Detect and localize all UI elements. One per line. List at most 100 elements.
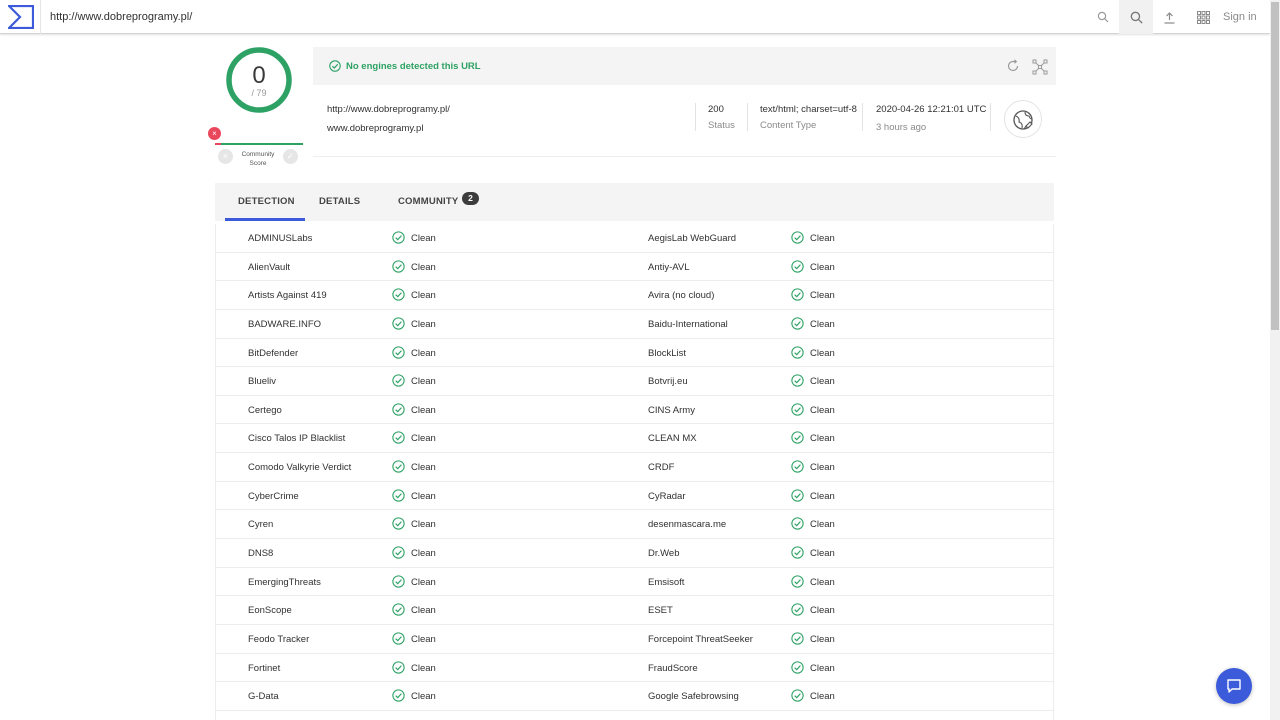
report-tabs: DETECTION DETAILS COMMUNITY 2: [215, 183, 1054, 221]
table-row: BADWARE.INFO Clean Baidu-International Clea…: [216, 310, 1053, 339]
table-row: DNS8 Clean Dr.Web Clean: [216, 539, 1053, 568]
engine-result: Clean: [411, 605, 436, 617]
engine-name: Google Safebrowsing: [648, 691, 739, 703]
table-row: BitDefender Clean BlockList Clean: [216, 339, 1053, 368]
downvote-icon[interactable]: ×: [218, 149, 233, 164]
engine-result: Clean: [810, 318, 835, 330]
engine-name: CINS Army: [648, 404, 695, 416]
engine-name: desenmascara.me: [648, 519, 727, 531]
community-negative-icon: ×: [208, 127, 221, 140]
engine-name: Comodo Valkyrie Verdict: [248, 462, 352, 474]
check-circle-icon: [791, 689, 804, 702]
url-info-panel: http://www.dobreprogramy.pl/ www.dobrepr…: [313, 85, 1056, 157]
apps-grid-icon[interactable]: [1190, 0, 1216, 34]
engine-name: Antiy-AVL: [648, 261, 690, 273]
engine-result: Clean: [411, 576, 436, 588]
engine-result: Clean: [411, 462, 436, 474]
engine-name: Certego: [248, 404, 282, 416]
engine-result: Clean: [810, 576, 835, 588]
divider: [990, 103, 991, 131]
engine-name: AegisLab WebGuard: [648, 233, 737, 244]
table-row: [216, 711, 1053, 720]
check-circle-icon: [791, 374, 804, 387]
engine-result: Clean: [411, 347, 436, 359]
engine-name: AlienVault: [248, 261, 291, 273]
reanalyze-icon[interactable]: [1006, 59, 1020, 73]
engine-name: BlockList: [648, 347, 687, 359]
search-input[interactable]: [50, 9, 1050, 25]
engine-name: Baidu-International: [648, 318, 728, 330]
engine-result: Clean: [810, 519, 835, 531]
check-circle-icon: [791, 431, 804, 445]
tab-community[interactable]: COMMUNITY: [398, 196, 458, 207]
table-row: G-Data Clean Google Safebrowsing Clean: [216, 682, 1053, 711]
check-circle-icon: [791, 345, 804, 359]
engine-result: Clean: [411, 490, 436, 502]
check-circle-icon: [791, 632, 804, 645]
check-circle-icon: [791, 489, 804, 502]
check-circle-icon: [791, 317, 804, 330]
tab-details[interactable]: DETAILS: [319, 196, 360, 207]
engine-result: Clean: [810, 290, 835, 302]
virustotal-logo[interactable]: [0, 0, 41, 34]
engine-result: Clean: [411, 233, 436, 244]
table-row: Feodo Tracker Clean Forcepoint ThreatSeeke…: [216, 625, 1053, 654]
check-circle-icon: [791, 460, 804, 473]
scan-date: 2020-04-26 12:21:01 UTC: [876, 104, 987, 115]
engine-name: EmergingThreats: [248, 576, 321, 588]
engine-name: Fortinet: [248, 662, 281, 674]
divider: [862, 103, 863, 131]
engine-result: Clean: [810, 662, 835, 674]
table-row: EonScope Clean ESET Clean: [216, 596, 1053, 625]
tab-detection[interactable]: DETECTION: [238, 196, 295, 207]
chat-button[interactable]: [1216, 668, 1252, 704]
check-circle-icon: [392, 660, 405, 674]
engine-result: Clean: [411, 662, 436, 674]
table-row: Cisco Talos IP Blacklist Clean CLEAN MX Cle…: [216, 424, 1053, 454]
upload-icon[interactable]: [1156, 0, 1182, 34]
engine-name: Botvrij.eu: [648, 376, 688, 388]
check-circle-icon: [392, 374, 405, 387]
engine-result: Clean: [810, 462, 835, 474]
community-score-label: Community Score: [241, 151, 275, 167]
summary-message: No engines detected this URL: [346, 61, 481, 72]
search-mode-icon[interactable]: [1119, 0, 1153, 34]
graph-icon[interactable]: [1032, 59, 1048, 75]
status-label: Status: [708, 120, 735, 131]
engine-result: Clean: [411, 376, 436, 388]
check-circle-icon: [791, 231, 804, 244]
community-score: × × Community Score ✓: [208, 126, 308, 170]
community-score-bar-negative: [215, 143, 221, 145]
engine-name: Cisco Talos IP Blacklist: [248, 433, 346, 445]
engine-name: ESET: [648, 605, 673, 617]
top-bar: Sign in: [0, 0, 1270, 34]
check-circle-icon: [392, 259, 405, 273]
scrollbar-thumb[interactable]: [1271, 2, 1279, 330]
engine-result: Clean: [810, 404, 835, 416]
engine-result: Clean: [810, 490, 835, 502]
engine-result: Clean: [411, 633, 436, 645]
engine-name: CLEAN MX: [648, 433, 697, 445]
engine-result: Clean: [810, 548, 835, 560]
page-scrollbar[interactable]: [1270, 0, 1280, 720]
search-icon[interactable]: [1092, 0, 1114, 34]
engine-result: Clean: [411, 548, 436, 560]
engine-name: CyberCrime: [248, 490, 299, 502]
engine-name: Blueliv: [248, 376, 276, 388]
check-circle-icon: [791, 546, 804, 559]
content-type-value: text/html; charset=utf-8: [760, 104, 857, 115]
engine-result: Clean: [810, 261, 835, 273]
sign-in-link[interactable]: Sign in: [1223, 11, 1257, 23]
website-icon: [1004, 100, 1042, 138]
engine-name: Feodo Tracker: [248, 633, 310, 645]
check-circle-icon: [791, 517, 804, 531]
detection-table: ADMINUSLabs Clean AegisLab WebGuard Clean Al…: [215, 224, 1054, 720]
engine-result: Clean: [411, 433, 436, 445]
upvote-icon[interactable]: ✓: [283, 149, 298, 164]
engine-name: FraudScore: [648, 662, 698, 674]
table-row: AlienVault Clean Antiy-AVL Clean: [216, 253, 1053, 282]
engine-name: EonScope: [248, 605, 292, 617]
check-circle-icon: [392, 403, 405, 416]
status-value: 200: [708, 104, 724, 115]
engine-result: Clean: [411, 404, 436, 416]
